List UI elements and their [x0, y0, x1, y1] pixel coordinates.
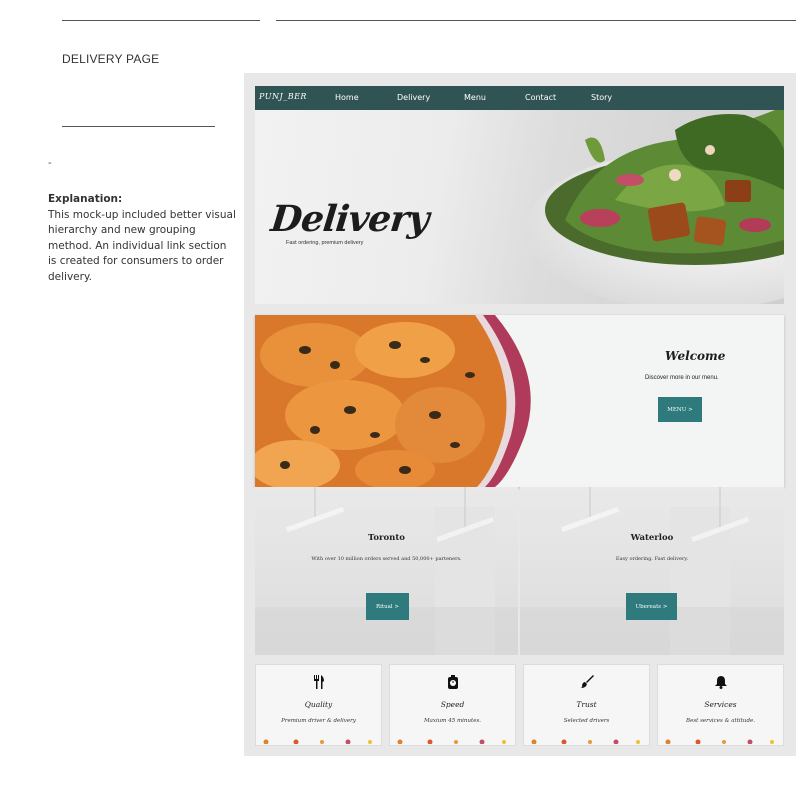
utensils-icon — [313, 675, 324, 689]
hero-subtitle: Fast ordering, premium delivery — [286, 240, 364, 246]
dash-marker: - — [48, 157, 52, 169]
nav-story[interactable]: Story — [591, 93, 612, 102]
city-title: Waterloo — [630, 533, 674, 543]
room-background-image — [255, 487, 518, 655]
explanation-body: This mock-up included better visual hier… — [48, 208, 236, 283]
feature-title: Speed — [440, 700, 465, 709]
mid-rule — [62, 126, 215, 127]
top-rule-left — [62, 20, 260, 21]
nav-contact[interactable]: Contact — [525, 93, 556, 102]
feature-card-quality: Quality Premium driver & delivery — [255, 664, 382, 746]
top-rule-right — [276, 20, 796, 21]
nav-home[interactable]: Home — [335, 93, 359, 102]
decorative-flowers — [665, 739, 774, 744]
city-card-toronto: Toronto With over 10 million orders serv… — [255, 487, 518, 655]
city-card-waterloo: Waterloo Easy ordering. Fast delivery. U… — [520, 487, 784, 655]
page-label: DELIVERY PAGE — [62, 52, 160, 66]
feature-subtitle: Premium driver & delivery — [281, 718, 356, 724]
feature-title: Quality — [304, 700, 333, 709]
feature-card-trust: Trust Selected drivers — [523, 664, 650, 746]
bell-icon — [714, 676, 727, 689]
nav-delivery[interactable]: Delivery — [397, 93, 430, 102]
welcome-section: Welcome Discover more in our menu. MENU … — [255, 315, 784, 487]
feature-card-services: Services Best services & attitude. — [657, 664, 784, 746]
hero-title: Delivery — [268, 198, 431, 240]
room-background-image — [520, 487, 784, 655]
passionfruit-image — [255, 315, 531, 487]
welcome-title: Welcome — [665, 349, 726, 363]
hero-section: Delivery Fast ordering, premium delivery — [255, 110, 784, 304]
feature-subtitle: Selected drivers — [563, 718, 610, 724]
explanation: Explanation: This mock-up included bette… — [48, 192, 238, 285]
decorative-flowers — [531, 739, 640, 744]
feature-subtitle: Maxium 45 minutes. — [423, 718, 482, 724]
timer-icon — [447, 675, 458, 689]
city-subtitle: Easy ordering. Fast delivery. — [615, 556, 689, 562]
feature-subtitle: Best services & attitude. — [686, 718, 755, 724]
welcome-subtitle: Discover more in our menu. — [645, 375, 719, 381]
feature-title: Services — [704, 700, 737, 709]
decorative-flowers — [397, 739, 506, 744]
menu-button[interactable]: MENU > — [658, 397, 702, 422]
ritual-button[interactable]: Ritual > — [366, 593, 409, 620]
nav-menu[interactable]: Menu — [464, 93, 486, 102]
brand-logo[interactable]: PUNJ_BER — [259, 92, 307, 101]
ubereats-button[interactable]: Ubereats > — [626, 593, 677, 620]
city-subtitle: With over 10 million orders served and 5… — [311, 556, 462, 562]
explanation-heading: Explanation: — [48, 193, 123, 205]
navbar: PUNJ_BER Home Delivery Menu Contact Stor… — [255, 86, 784, 110]
city-title: Toronto — [368, 533, 405, 543]
decorative-flowers — [263, 739, 372, 744]
feature-title: Trust — [576, 700, 597, 709]
brush-icon — [580, 675, 594, 688]
feature-card-speed: Speed Maxium 45 minutes. — [389, 664, 516, 746]
